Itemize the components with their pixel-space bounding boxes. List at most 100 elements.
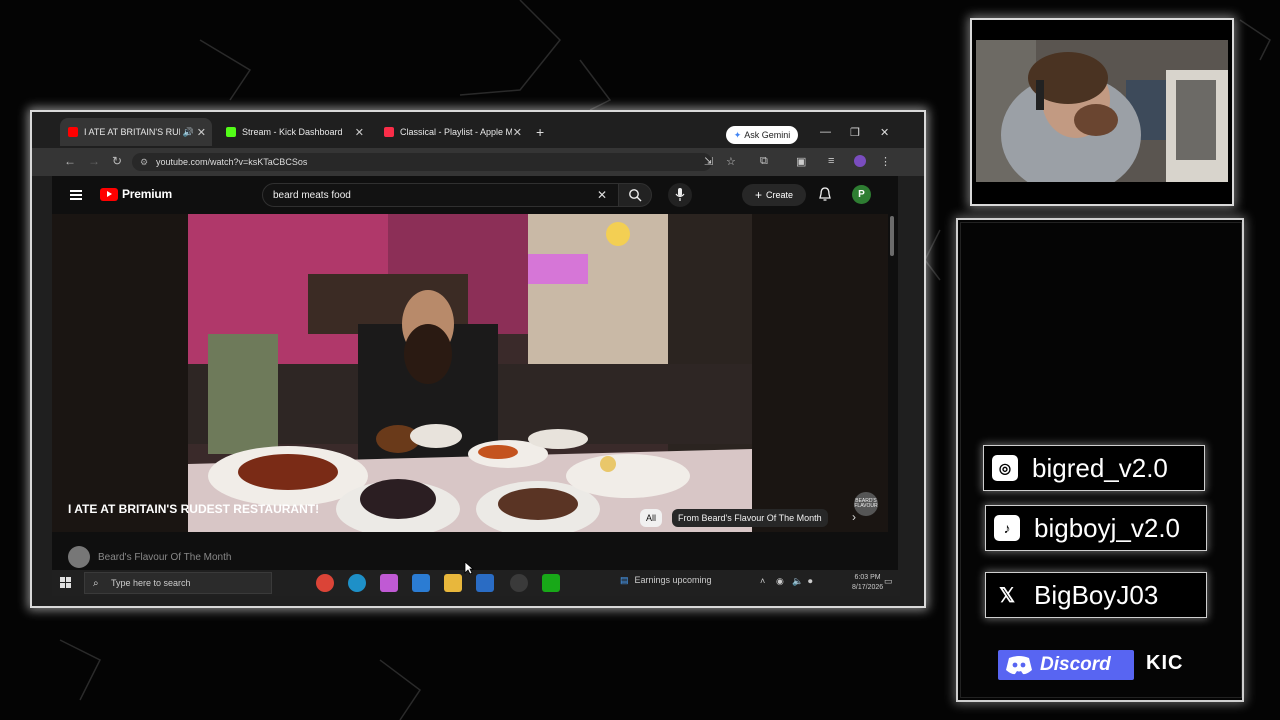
taskbar-clock[interactable]: 6:03 PM 8/17/2026 <box>852 573 883 593</box>
reload-icon[interactable]: ↻ <box>112 154 122 168</box>
store-app-icon[interactable] <box>476 574 494 592</box>
obs-app-icon[interactable] <box>510 574 528 592</box>
tiktok-icon: ♪ <box>994 515 1020 541</box>
browser-window: I ATE AT BRITAIN'S RUDEST 🔊 ✕ Stream - K… <box>30 110 926 608</box>
bookmark-star-icon[interactable]: ☆ <box>726 155 736 168</box>
windows-start-icon[interactable] <box>60 577 72 589</box>
ask-gemini-button[interactable]: ✦ Ask Gemini <box>726 126 798 144</box>
windows-taskbar: ⌕ Type here to search ▤ Earnings upcoming… <box>52 570 900 596</box>
hamburger-menu-icon[interactable] <box>70 190 82 200</box>
clock-time: 6:03 PM <box>854 574 881 581</box>
notifications-bell-icon[interactable] <box>818 187 832 202</box>
channel-name[interactable]: Beard's Flavour Of The Month <box>98 552 231 563</box>
youtube-play-icon <box>100 187 118 201</box>
back-icon[interactable]: ← <box>64 154 76 168</box>
restore-icon[interactable]: ❐ <box>850 126 860 139</box>
file-explorer-icon[interactable] <box>444 574 462 592</box>
discord-label: Discord <box>1040 654 1111 675</box>
edge-app-icon[interactable] <box>348 574 366 592</box>
chrome-app-icon[interactable] <box>316 574 334 592</box>
tab-label: Classical - Playlist - Apple Musi <box>400 127 512 137</box>
chevron-right-icon[interactable]: › <box>852 510 856 524</box>
video-player[interactable]: BEARD'S FLAVOUR <box>52 214 888 532</box>
notifications-icon[interactable]: ▭ <box>884 576 893 587</box>
youtube-logo-text: Premium <box>122 187 172 201</box>
close-window-icon[interactable]: ✕ <box>880 126 889 139</box>
browser-menu-icon[interactable]: ⋮ <box>880 155 891 168</box>
install-app-icon[interactable]: ⇲ <box>704 155 713 168</box>
video-frame <box>188 214 752 532</box>
gemini-label: Ask Gemini <box>744 130 791 140</box>
new-tab-button[interactable]: + <box>536 124 544 140</box>
taskbar-search-input[interactable]: ⌕ Type here to search <box>84 572 272 594</box>
plus-icon: + <box>754 188 762 202</box>
create-label: Create <box>766 190 794 200</box>
instagram-handle: bigred_v2.0 <box>1032 452 1168 483</box>
instagram-icon: ◎ <box>992 455 1018 481</box>
url-text: youtube.com/watch?v=ksKTaCBCSos <box>156 157 308 167</box>
network-icon[interactable]: ◉ <box>776 576 784 587</box>
search-value: beard meats food <box>273 189 351 201</box>
side-panel-icon[interactable]: ▣ <box>796 155 806 168</box>
url-field[interactable]: ⚙ youtube.com/watch?v=ksKTaCBCSos <box>132 153 712 171</box>
apple-music-favicon-icon <box>384 127 394 137</box>
voice-search-button[interactable] <box>668 183 692 207</box>
tab-kick[interactable]: Stream - Kick Dashboard ✕ <box>218 118 370 146</box>
speaker-icon[interactable]: 🔊 <box>183 127 194 138</box>
browser-profile-avatar[interactable] <box>854 155 866 167</box>
chip-all[interactable]: All <box>640 509 663 527</box>
webcam-feed <box>976 40 1228 182</box>
media-control-icon[interactable]: ≡ <box>828 155 834 167</box>
search-button[interactable] <box>618 183 652 207</box>
news-label: Earnings upcoming <box>634 575 712 585</box>
channel-watermark[interactable]: BEARD'S FLAVOUR <box>854 492 878 516</box>
clock-date: 8/17/2026 <box>852 584 884 591</box>
create-button[interactable]: + Create <box>742 184 806 206</box>
mail-app-icon[interactable] <box>412 574 430 592</box>
search-icon: ⌕ <box>93 577 99 589</box>
tab-youtube[interactable]: I ATE AT BRITAIN'S RUDEST 🔊 ✕ <box>60 118 212 146</box>
tray-chevron-icon[interactable]: ˄ <box>760 576 765 586</box>
search-placeholder: Type here to search <box>111 578 191 588</box>
copilot-app-icon[interactable] <box>380 574 398 592</box>
minimize-icon[interactable]: — <box>820 126 831 138</box>
search-input[interactable]: beard meats food <box>262 183 619 207</box>
x-badge: 𝕏 BigBoyJ03 <box>985 572 1207 618</box>
forward-icon[interactable]: → <box>88 154 100 168</box>
extensions-icon[interactable]: ⧉ <box>760 155 768 168</box>
close-tab-icon[interactable]: ✕ <box>513 126 522 139</box>
search-icon <box>629 189 642 202</box>
gemini-sparkle-icon: ✦ <box>733 129 742 140</box>
taskbar-news-widget[interactable]: ▤ Earnings upcoming <box>620 575 712 586</box>
site-info-icon[interactable]: ⚙ <box>140 157 148 168</box>
youtube-logo[interactable]: Premium <box>100 187 172 201</box>
tab-apple-music[interactable]: Classical - Playlist - Apple Musi ✕ <box>376 118 528 146</box>
tiktok-handle: bigboyj_v2.0 <box>1034 512 1180 543</box>
microphone-icon <box>675 188 685 201</box>
chip-from-channel[interactable]: From Beard's Flavour Of The Month <box>672 509 828 527</box>
close-tab-icon[interactable]: ✕ <box>197 126 206 139</box>
video-title: I ATE AT BRITAIN'S RUDEST RESTAURANT! <box>68 502 320 516</box>
xbox-app-icon[interactable] <box>542 574 560 592</box>
discord-icon <box>1006 656 1032 675</box>
x-handle: BigBoyJ03 <box>1034 579 1159 610</box>
address-bar-row: ← → ↻ ⚙ youtube.com/watch?v=ksKTaCBCSos … <box>32 148 924 176</box>
news-icon: ▤ <box>620 575 629 585</box>
channel-avatar[interactable] <box>68 546 90 568</box>
mic-tray-icon[interactable]: ⏺ <box>808 576 813 587</box>
clear-search-icon[interactable]: ✕ <box>597 188 607 202</box>
kick-logo: KIC <box>1146 652 1184 674</box>
youtube-favicon-icon <box>68 127 78 137</box>
close-tab-icon[interactable]: ✕ <box>355 126 364 139</box>
volume-icon[interactable]: 🔈 <box>792 576 803 587</box>
instagram-badge: ◎ bigred_v2.0 <box>983 445 1205 491</box>
tab-bar: I ATE AT BRITAIN'S RUDEST 🔊 ✕ Stream - K… <box>32 112 924 148</box>
youtube-header: Premium beard meats food ✕ + Create P <box>52 176 898 214</box>
kick-favicon-icon <box>226 127 236 137</box>
youtube-page: Premium beard meats food ✕ + Create P BE… <box>52 176 898 570</box>
discord-badge: Discord <box>998 650 1134 680</box>
page-scrollbar[interactable] <box>890 216 894 256</box>
account-avatar[interactable]: P <box>852 185 871 204</box>
tiktok-badge: ♪ bigboyj_v2.0 <box>985 505 1207 551</box>
x-logo-icon: 𝕏 <box>994 582 1020 608</box>
